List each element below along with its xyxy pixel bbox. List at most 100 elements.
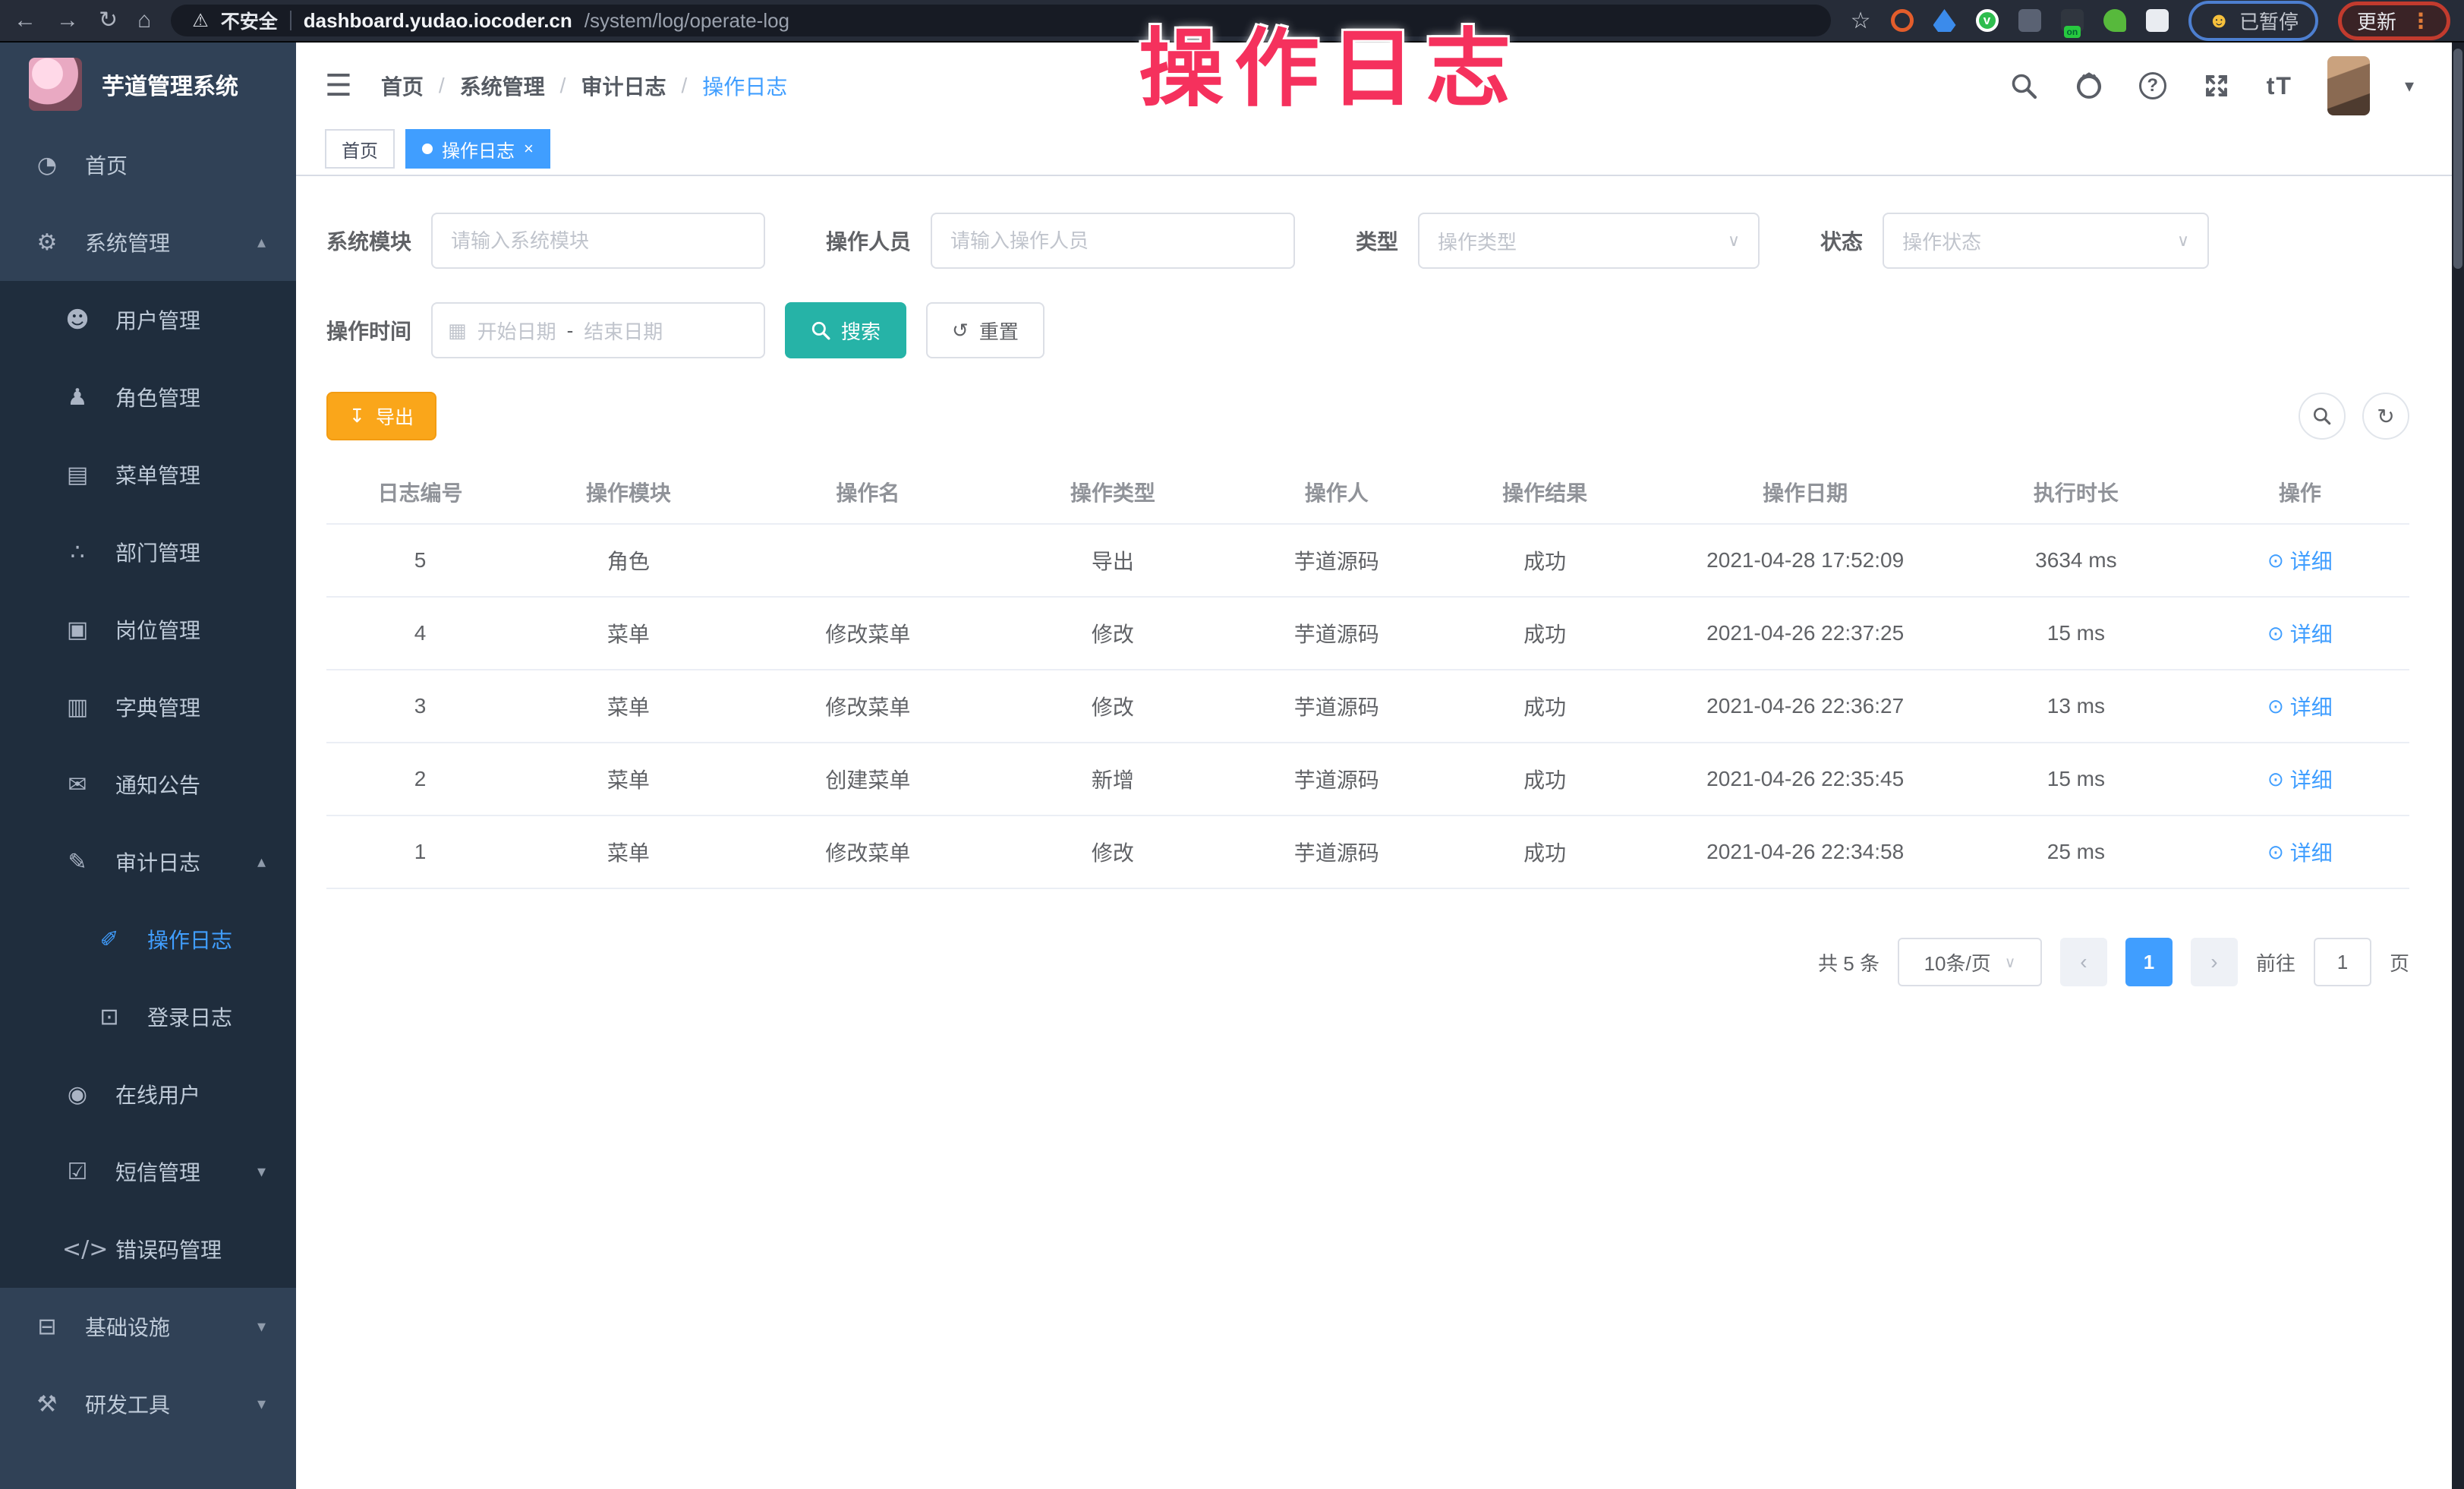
- page-size-select[interactable]: 10条/页 ∨: [1898, 938, 2042, 986]
- close-icon[interactable]: ×: [524, 139, 534, 159]
- sidebar-item-dev-tools[interactable]: ⚒ 研发工具 ▾: [0, 1365, 296, 1443]
- date-range-picker[interactable]: ▦ 开始日期 - 结束日期: [431, 302, 765, 358]
- prev-page-button[interactable]: ‹: [2060, 938, 2107, 986]
- col-header: 操作模块: [514, 460, 743, 524]
- module-input[interactable]: [431, 213, 765, 269]
- help-icon[interactable]: ?: [2139, 72, 2166, 99]
- extension-icon[interactable]: [2146, 9, 2169, 32]
- sidebar-item-label: 角色管理: [115, 382, 200, 412]
- sidebar-item-system[interactable]: ⚙ 系统管理 ▴: [0, 203, 296, 281]
- navbar-actions: ? tT ▾: [2009, 56, 2414, 115]
- active-dot-icon: [422, 144, 433, 154]
- breadcrumb-item[interactable]: 审计日志: [581, 71, 666, 101]
- cell-operator: 芋道源码: [1233, 524, 1441, 597]
- sidebar-item-sms[interactable]: ☑ 短信管理 ▾: [0, 1133, 296, 1210]
- role-icon: ♟: [62, 384, 93, 411]
- sidebar-item-menus[interactable]: ▤ 菜单管理: [0, 436, 296, 513]
- shield-check-icon: ☑: [62, 1159, 93, 1185]
- fullscreen-icon[interactable]: [2201, 71, 2232, 101]
- eye-icon: ⊙: [2267, 549, 2284, 573]
- next-page-button[interactable]: ›: [2191, 938, 2238, 986]
- sidebar-item-home[interactable]: ◔ 首页: [0, 126, 296, 203]
- reset-button[interactable]: ↺ 重置: [926, 302, 1045, 358]
- scrollbar-thumb[interactable]: [2453, 49, 2462, 269]
- tags-view-bar: 首页 操作日志 ×: [296, 129, 2452, 176]
- detail-link[interactable]: ⊙详细: [2267, 545, 2333, 576]
- extension-icon[interactable]: [1933, 9, 1956, 32]
- breadcrumb-item[interactable]: 系统管理: [460, 71, 545, 101]
- browser-back-icon[interactable]: ←: [14, 9, 36, 32]
- extension-icon[interactable]: [2103, 9, 2126, 32]
- operator-input[interactable]: [931, 213, 1295, 269]
- breadcrumb-item[interactable]: 首页: [381, 71, 424, 101]
- detail-link[interactable]: ⊙详细: [2267, 618, 2333, 648]
- extension-icon[interactable]: on: [2061, 9, 2084, 32]
- col-header: 日志编号: [326, 460, 514, 524]
- show-search-icon-button[interactable]: [2299, 393, 2346, 440]
- browser-update-button[interactable]: 更新 ⋮: [2338, 2, 2450, 40]
- dashboard-icon: ◔: [32, 152, 62, 178]
- org-tree-icon: ∴: [62, 539, 93, 566]
- sidebar-toggle-icon[interactable]: ☰: [325, 68, 352, 103]
- extension-icon[interactable]: [1891, 9, 1914, 32]
- sidebar-item-roles[interactable]: ♟ 角色管理: [0, 358, 296, 436]
- detail-link[interactable]: ⊙详细: [2267, 764, 2333, 794]
- sidebar-item-notice[interactable]: ✉ 通知公告: [0, 746, 296, 823]
- tab-home[interactable]: 首页: [325, 129, 395, 169]
- sidebar-item-audit-log[interactable]: ✎ 审计日志 ▴: [0, 823, 296, 901]
- eye-icon: ⊙: [2267, 695, 2284, 718]
- refresh-icon-button[interactable]: ↻: [2362, 393, 2409, 440]
- table-header-row: 日志编号 操作模块 操作名 操作类型 操作人 操作结果 操作日期 执行时长 操作: [326, 460, 2409, 524]
- chevron-down-icon: ∨: [2177, 231, 2189, 251]
- current-page-button[interactable]: 1: [2125, 938, 2173, 986]
- extension-paused-badge[interactable]: ☻ 已暂停: [2188, 1, 2318, 41]
- browser-forward-icon[interactable]: →: [56, 9, 79, 32]
- detail-label: 详细: [2290, 545, 2333, 576]
- sidebar-item-login-log[interactable]: ⊡ 登录日志: [0, 978, 296, 1055]
- browser-home-icon[interactable]: ⌂: [137, 9, 151, 32]
- browser-address-bar[interactable]: ⚠ 不安全 dashboard.yudao.iocoder.cn/system/…: [171, 5, 1830, 36]
- bookmark-star-icon[interactable]: ☆: [1851, 9, 1871, 32]
- github-icon[interactable]: [2074, 71, 2104, 101]
- status-select[interactable]: 操作状态 ∨: [1883, 213, 2209, 269]
- sidebar-item-infrastructure[interactable]: ⊟ 基础设施 ▾: [0, 1288, 296, 1365]
- cell-duration: 13 ms: [1961, 670, 2191, 743]
- sidebar-item-dict[interactable]: ▥ 字典管理: [0, 668, 296, 746]
- cell-result: 成功: [1441, 743, 1649, 815]
- search-button[interactable]: 搜索: [785, 302, 906, 358]
- sidebar-logo-row[interactable]: 芋道管理系统: [0, 43, 296, 126]
- goto-page-input[interactable]: [2314, 938, 2371, 986]
- download-icon: ↧: [349, 405, 365, 427]
- sidebar-item-operate-log[interactable]: ✐ 操作日志: [0, 901, 296, 978]
- browser-reload-icon[interactable]: ↻: [99, 9, 118, 32]
- sidebar-item-users[interactable]: ☻ 用户管理: [0, 281, 296, 358]
- cell-op-type: 修改: [993, 597, 1233, 670]
- page-unit-label: 页: [2390, 948, 2409, 976]
- cell-duration: 25 ms: [1961, 815, 2191, 888]
- cell-result: 成功: [1441, 597, 1649, 670]
- sidebar-item-departments[interactable]: ∴ 部门管理: [0, 513, 296, 591]
- filter-row-1: 系统模块 操作人员 类型 操作类型 ∨ 状态 操作状态 ∨: [326, 213, 2409, 269]
- extension-icon[interactable]: [2018, 9, 2041, 32]
- browser-menu-icon[interactable]: ⋮: [2410, 8, 2431, 33]
- tab-operate-log[interactable]: 操作日志 ×: [405, 129, 550, 169]
- cell-op-name: 修改菜单: [743, 597, 993, 670]
- sidebar-item-online-users[interactable]: ◉ 在线用户: [0, 1055, 296, 1133]
- page-scrollbar[interactable]: [2452, 43, 2464, 1489]
- chevron-down-icon: ▾: [257, 1162, 266, 1181]
- search-icon[interactable]: [2009, 71, 2039, 101]
- export-button[interactable]: ↧ 导出: [326, 392, 436, 440]
- page-content: 系统模块 操作人员 类型 操作类型 ∨ 状态 操作状态 ∨ 操作时间 ▦ 开始日…: [296, 176, 2452, 986]
- detail-link[interactable]: ⊙详细: [2267, 691, 2333, 721]
- user-avatar[interactable]: [2327, 56, 2370, 115]
- caret-down-icon[interactable]: ▾: [2405, 75, 2414, 97]
- sidebar-item-posts[interactable]: ▣ 岗位管理: [0, 591, 296, 668]
- font-size-icon[interactable]: tT: [2267, 72, 2292, 100]
- sidebar-item-label: 操作日志: [147, 924, 232, 954]
- extension-icon[interactable]: v: [1976, 9, 1999, 32]
- detail-link[interactable]: ⊙详细: [2267, 837, 2333, 867]
- sidebar-item-error-code[interactable]: </> 错误码管理: [0, 1210, 296, 1288]
- monitor-log-icon: ⊡: [94, 1004, 124, 1030]
- cell-date: 2021-04-26 22:37:25: [1649, 597, 1961, 670]
- type-select[interactable]: 操作类型 ∨: [1418, 213, 1760, 269]
